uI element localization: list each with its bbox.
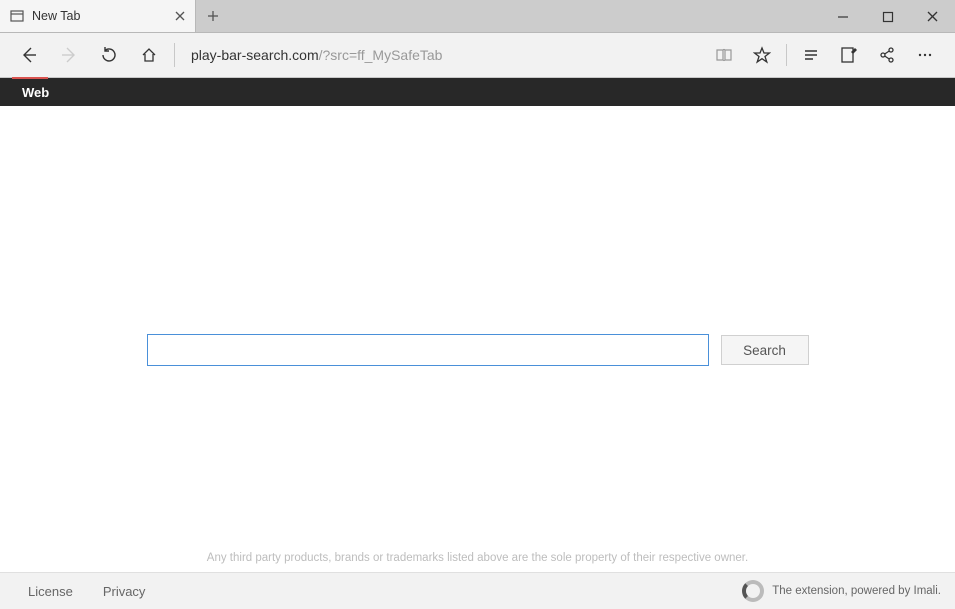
- refresh-button[interactable]: [92, 38, 126, 72]
- maximize-button[interactable]: [865, 0, 910, 33]
- toolbar-right: [706, 37, 943, 73]
- provider-logo-icon: [742, 580, 764, 602]
- web-note-icon[interactable]: [831, 37, 867, 73]
- home-button[interactable]: [132, 38, 166, 72]
- tab-accent: [12, 77, 48, 79]
- privacy-link[interactable]: Privacy: [103, 584, 146, 599]
- search-input[interactable]: [147, 334, 709, 366]
- favorite-star-icon[interactable]: [744, 37, 780, 73]
- site-navbar: Web: [0, 78, 955, 106]
- close-window-button[interactable]: [910, 0, 955, 33]
- address-host: play-bar-search.com: [191, 47, 319, 63]
- reading-view-icon[interactable]: [706, 37, 742, 73]
- new-tab-button[interactable]: [196, 0, 230, 32]
- disclaimer-text: Any third party products, brands or trad…: [0, 552, 955, 564]
- window-controls: [820, 0, 955, 33]
- browser-toolbar: play-bar-search.com/?src=ff_MySafeTab: [0, 33, 955, 78]
- license-link[interactable]: License: [28, 584, 73, 599]
- browser-tab[interactable]: New Tab: [0, 0, 196, 32]
- forward-button[interactable]: [52, 38, 86, 72]
- share-icon[interactable]: [869, 37, 905, 73]
- separator: [786, 44, 787, 66]
- search-button[interactable]: Search: [721, 335, 809, 365]
- titlebar: New Tab: [0, 0, 955, 33]
- tab-title: New Tab: [32, 9, 165, 23]
- footer-credit-text: The extension, powered by Imali.: [772, 585, 941, 597]
- more-icon[interactable]: [907, 37, 943, 73]
- address-bar[interactable]: play-bar-search.com/?src=ff_MySafeTab: [187, 38, 700, 72]
- hub-icon[interactable]: [793, 37, 829, 73]
- footer-credit: The extension, powered by Imali.: [742, 580, 941, 602]
- web-tab[interactable]: Web: [14, 81, 57, 104]
- close-tab-icon[interactable]: [173, 9, 187, 23]
- search-wrap: Search: [147, 334, 809, 366]
- separator: [174, 43, 175, 67]
- page-icon: [10, 9, 24, 23]
- page-content: Search Any third party products, brands …: [0, 106, 955, 572]
- footer-bar: License Privacy The extension, powered b…: [0, 572, 955, 609]
- address-path: /?src=ff_MySafeTab: [319, 47, 443, 63]
- back-button[interactable]: [12, 38, 46, 72]
- minimize-button[interactable]: [820, 0, 865, 33]
